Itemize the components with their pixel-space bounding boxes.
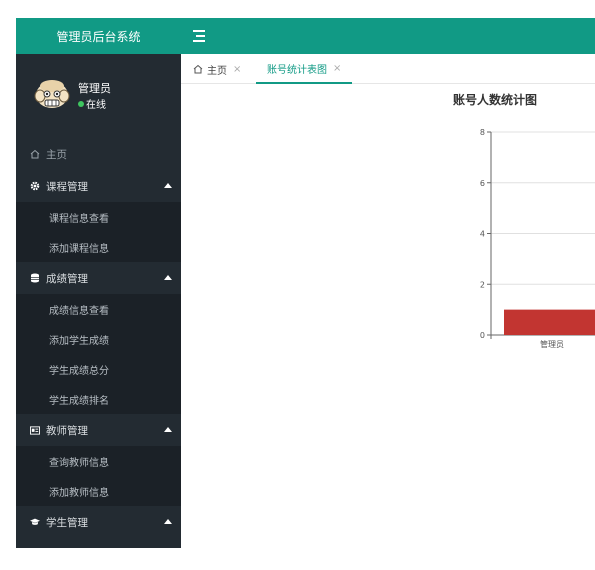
brand-title: 管理员后台系统 — [16, 18, 181, 54]
sidebar-group-label: 课程管理 — [46, 180, 88, 193]
y-tick-label: 0 — [480, 331, 485, 340]
sidebar-group-student[interactable]: 学生管理 — [16, 506, 181, 538]
online-dot-icon — [78, 100, 84, 107]
chevron-up-icon — [164, 183, 172, 188]
avatar — [34, 80, 70, 108]
y-tick-label: 4 — [480, 230, 485, 239]
sidebar-group-course[interactable]: 课程管理 — [16, 170, 181, 202]
sidebar-item-score-view[interactable]: 成绩信息查看 — [16, 294, 181, 324]
sidebar-item-home[interactable]: 主页 — [16, 138, 181, 170]
submenu-teacher: 查询教师信息 添加教师信息 — [16, 446, 181, 506]
sidebar-item-teacher-query[interactable]: 查询教师信息 — [16, 446, 181, 476]
app: 管理员后台系统 管理员 在线 主页 课程管理 课程信息查看 添加课程信息 成绩管… — [16, 18, 595, 548]
sidebar-group-label: 教师管理 — [46, 424, 88, 437]
sidebar-item-label: 主页 — [46, 148, 67, 161]
top-bar — [181, 18, 595, 54]
home-icon — [193, 64, 203, 74]
sidebar-item-score-total[interactable]: 学生成绩总分 — [16, 354, 181, 384]
close-icon[interactable]: × — [233, 64, 241, 75]
gear-icon — [30, 181, 40, 191]
y-tick-label: 2 — [480, 280, 485, 289]
chevron-up-icon — [164, 275, 172, 280]
sidebar-item-teacher-add[interactable]: 添加教师信息 — [16, 476, 181, 506]
home-icon — [30, 149, 40, 159]
bar — [504, 309, 595, 335]
submenu-score: 成绩信息查看 添加学生成绩 学生成绩总分 学生成绩排名 — [16, 294, 181, 414]
sidebar-group-label: 学生管理 — [46, 516, 88, 529]
tab-home[interactable]: 主页 × — [193, 54, 241, 84]
tab-label: 账号统计表图 — [267, 64, 327, 76]
sidebar-nav: 主页 课程管理 课程信息查看 添加课程信息 成绩管理 成绩信息查看 添加学生成绩… — [16, 136, 181, 538]
chevron-up-icon — [164, 519, 172, 524]
sidebar-item-score-rank[interactable]: 学生成绩排名 — [16, 384, 181, 414]
user-name: 管理员 — [78, 82, 111, 95]
menu-toggle-icon[interactable] — [193, 29, 207, 43]
tab-bar: 主页 × 账号统计表图 × — [181, 54, 595, 84]
graduation-cap-icon — [30, 517, 40, 527]
sidebar: 管理员 在线 主页 课程管理 课程信息查看 添加课程信息 成绩管理 成绩信息查看… — [16, 54, 181, 548]
submenu-course: 课程信息查看 添加课程信息 — [16, 202, 181, 262]
user-panel: 管理员 在线 — [16, 54, 181, 136]
sidebar-group-score[interactable]: 成绩管理 — [16, 262, 181, 294]
y-tick-label: 8 — [480, 128, 485, 137]
sidebar-item-score-add[interactable]: 添加学生成绩 — [16, 324, 181, 354]
chevron-up-icon — [164, 427, 172, 432]
x-tick-label: 管理员 — [540, 339, 564, 349]
id-card-icon — [30, 425, 40, 435]
tab-account-stats[interactable]: 账号统计表图 × — [256, 54, 353, 84]
y-tick-label: 6 — [480, 179, 485, 188]
bar-chart: 0 2 4 6 8 管理员 — [480, 128, 595, 349]
tab-label: 主页 — [207, 65, 227, 77]
sidebar-item-course-view[interactable]: 课程信息查看 — [16, 202, 181, 232]
sidebar-group-teacher[interactable]: 教师管理 — [16, 414, 181, 446]
sidebar-group-label: 成绩管理 — [46, 272, 88, 285]
user-status-label: 在线 — [86, 100, 106, 111]
user-status: 在线 — [78, 96, 106, 111]
database-icon — [30, 273, 40, 283]
sidebar-item-course-add[interactable]: 添加课程信息 — [16, 232, 181, 262]
main-content: 账号人数统计图 0 2 4 6 8 管理员 — [181, 84, 595, 548]
close-icon[interactable]: × — [333, 63, 341, 74]
